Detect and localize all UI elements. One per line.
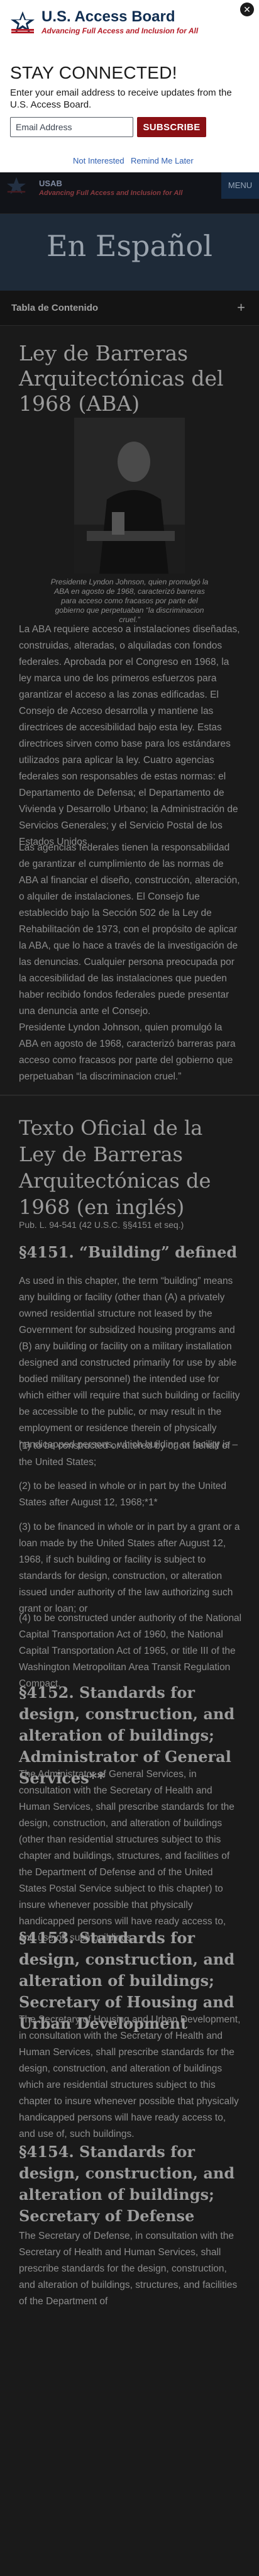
signup-banner: U.S. Access Board Advancing Full Access … [0, 0, 259, 172]
section-4154-text: The Secretary of Defense, in consultatio… [19, 2231, 238, 2307]
page-background: USAB Advancing Full Access and Inclusion… [0, 172, 259, 2576]
pub-reference: Pub. L. 94-541 (42 U.S.C. §§4151 et seq.… [19, 1220, 184, 1230]
hero-banner: En Español [0, 214, 259, 291]
table-of-contents-toggle[interactable]: Tabla de Contenido + [0, 291, 259, 326]
section-4153-text: The Secretary of Housing and Urban Devel… [19, 2014, 241, 2139]
section-4151-text: As used in this chapter, the term “build… [19, 1276, 240, 1450]
section-4151-item: (2) to be leased in whole or in part by … [19, 1481, 226, 1508]
section-4151-item: (4) to be constructed under authority of… [19, 1613, 242, 1689]
access-board-logo [11, 11, 35, 33]
photo-caption: Presidente Lyndon Johnson, quien promulg… [50, 577, 209, 624]
lbj-photo [74, 418, 185, 574]
close-icon[interactable]: ✕ [240, 3, 254, 16]
brand[interactable]: U.S. Access Board Advancing Full Access … [9, 9, 198, 35]
signup-title: STAY CONNECTED! [10, 63, 177, 82]
signup-description: Enter your email address to receive upda… [10, 87, 232, 110]
article-paragraph: La ABA requiere acceso a instalaciones d… [19, 624, 240, 847]
subscribe-button[interactable]: SUBSCRIBE [137, 117, 206, 137]
plus-icon: + [237, 299, 245, 315]
section-4152-text: The Administrator of General Services, i… [19, 1769, 234, 1943]
section-4154-heading: §4154. Standards for design, constructio… [19, 2143, 235, 2225]
not-interested-link[interactable]: Not Interested [73, 156, 124, 165]
site-header: USAB Advancing Full Access and Inclusion… [0, 172, 259, 214]
section-divider [0, 1095, 259, 1096]
header-subtitle: Advancing Full Access and Inclusion for … [39, 189, 183, 197]
email-field[interactable] [10, 117, 133, 137]
usab-logo-icon [7, 177, 26, 194]
section-4151-heading: §4151. “Building” defined [19, 1243, 238, 1261]
article-section: Ley de Barreras Arquitectónicas del 1968… [0, 341, 259, 416]
article-paragraph: Presidente Lyndon Johnson, quien promulg… [19, 1022, 236, 1082]
page-title: En Español [47, 229, 212, 263]
menu-button[interactable]: MENU [221, 172, 259, 199]
brand-subtitle: Advancing Full Access and Inclusion for … [41, 26, 199, 35]
article-paragraph: Las agencias federales tienen la respons… [19, 842, 240, 1017]
official-title: Texto Oficial de la Ley de Barreras Arqu… [19, 1116, 211, 1219]
article-title: Ley de Barreras Arquitectónicas del 1968… [19, 341, 224, 416]
brand-title: U.S. Access Board [41, 8, 175, 25]
remind-later-link[interactable]: Remind Me Later [131, 156, 194, 165]
header-title: USAB [39, 179, 62, 188]
section-4151-item: (3) to be financed in whole or in part b… [19, 1522, 240, 1614]
toc-label: Tabla de Contenido [11, 303, 99, 313]
section-4151-item: (1) to be constructed or altered by or o… [19, 1441, 231, 1468]
